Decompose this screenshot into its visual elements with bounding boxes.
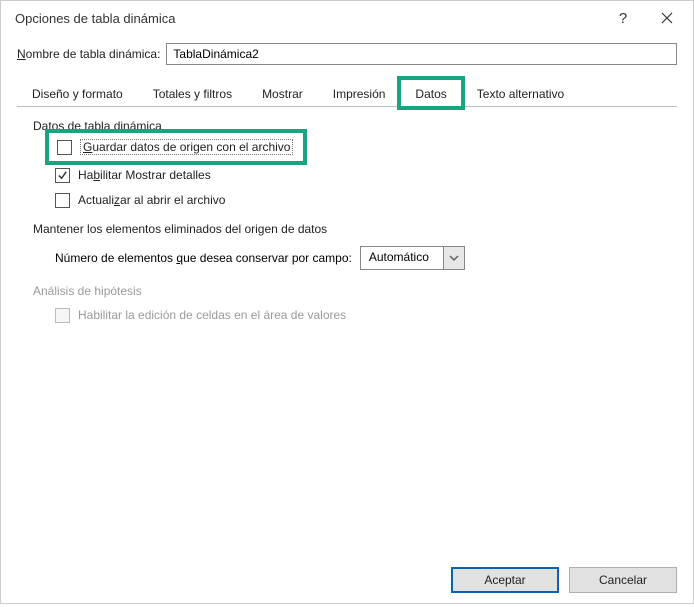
chevron-down-icon	[449, 255, 459, 261]
pivot-name-input[interactable]	[166, 43, 677, 65]
retain-count-row: Número de elementos que desea conservar …	[55, 246, 661, 270]
section-what-if: Análisis de hipótesis	[33, 284, 661, 298]
tab-show[interactable]: Mostrar	[247, 79, 318, 107]
checkbox-refresh-open[interactable]	[55, 193, 70, 208]
highlight-save-source: Guardar datos de origen con el archivo	[45, 129, 307, 165]
tab-alt-text[interactable]: Texto alternativo	[462, 79, 579, 107]
titlebar: Opciones de tabla dinámica ?	[1, 1, 693, 35]
checkbox-label-save-source: Guardar datos de origen con el archivo	[80, 139, 293, 155]
close-button[interactable]	[645, 3, 689, 33]
checkbox-row-save-source[interactable]: Guardar datos de origen con el archivo	[57, 139, 293, 155]
checkbox-label-refresh-open: Actualizar al abrir el archivo	[78, 193, 225, 207]
tab-totals-filters[interactable]: Totales y filtros	[138, 79, 247, 107]
checkbox-row-show-details[interactable]: Habilitar Mostrar detalles	[55, 168, 661, 183]
cancel-button[interactable]: Cancelar	[569, 567, 677, 593]
checkbox-row-refresh-open[interactable]: Actualizar al abrir el archivo	[55, 193, 661, 208]
checkbox-row-enable-edit: Habilitar la edición de celdas en el áre…	[55, 308, 661, 323]
close-icon	[661, 12, 673, 24]
checkbox-label-enable-edit: Habilitar la edición de celdas en el áre…	[78, 308, 346, 322]
dropdown-arrow-button[interactable]	[443, 246, 465, 270]
ok-button[interactable]: Aceptar	[451, 567, 559, 593]
dialog-title: Opciones de tabla dinámica	[15, 11, 601, 26]
tab-print[interactable]: Impresión	[318, 79, 401, 107]
checkbox-label-show-details: Habilitar Mostrar detalles	[78, 168, 211, 182]
help-button[interactable]: ?	[601, 3, 645, 33]
checkbox-enable-edit	[55, 308, 70, 323]
checkbox-show-details[interactable]	[55, 168, 70, 183]
pivot-name-label: Nombre de tabla dinámica:	[17, 47, 160, 61]
dropdown-value: Automático	[360, 246, 443, 270]
section-retain-deleted: Mantener los elementos eliminados del or…	[33, 222, 661, 236]
tab-design-format[interactable]: Diseño y formato	[17, 79, 138, 107]
retain-count-label: Número de elementos que desea conservar …	[55, 251, 352, 265]
tab-data[interactable]: Datos	[400, 79, 461, 107]
checkbox-save-source[interactable]	[57, 140, 72, 155]
tabs-container: Diseño y formato Totales y filtros Mostr…	[1, 79, 693, 557]
tab-strip: Diseño y formato Totales y filtros Mostr…	[17, 79, 677, 107]
pivot-name-row: Nombre de tabla dinámica:	[1, 35, 693, 79]
retain-count-dropdown[interactable]: Automático	[360, 246, 465, 270]
check-icon	[57, 170, 68, 181]
dialog-footer: Aceptar Cancelar	[1, 557, 693, 607]
tab-panel-data: Datos de tabla dinámica Guardar datos de…	[17, 107, 677, 557]
